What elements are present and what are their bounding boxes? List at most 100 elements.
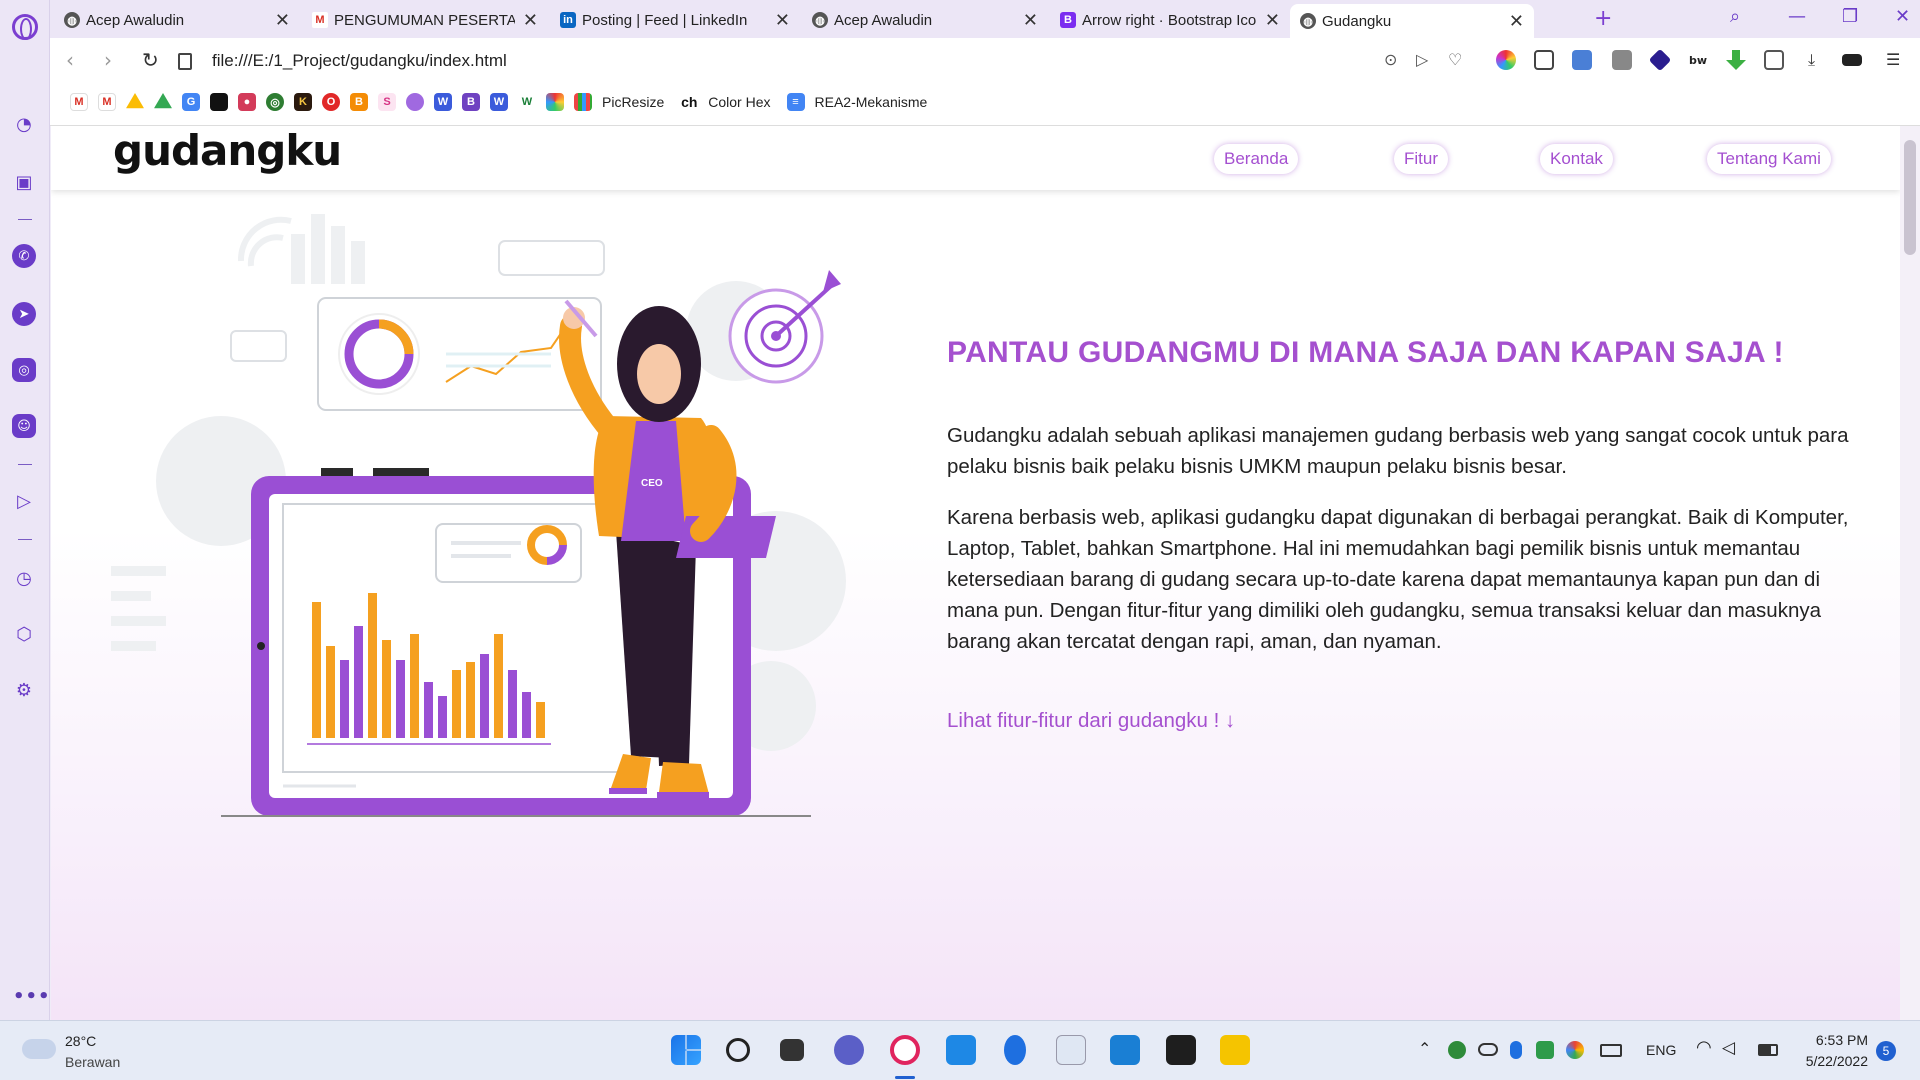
gmail-icon[interactable]: M [70, 93, 88, 111]
discord-icon[interactable]: ☺ [12, 414, 36, 438]
cube-icon[interactable]: ⬡ [12, 622, 36, 646]
whatsapp-icon[interactable]: ✆ [12, 244, 36, 268]
tab[interactable]: ◍ Acep Awaludin ✕ [802, 4, 1048, 36]
wp-icon[interactable]: W [434, 93, 452, 111]
scrollbar-thumb[interactable] [1904, 140, 1916, 255]
toggle-off-extension-icon[interactable] [1612, 50, 1632, 70]
battery-icon[interactable] [1758, 1044, 1778, 1056]
gem-extension-icon[interactable] [1648, 48, 1672, 72]
clock-app-icon[interactable] [946, 1035, 976, 1065]
url-text[interactable]: file:///E:/1_Project/gudangku/index.html [212, 51, 507, 71]
google-drive-icon[interactable] [154, 93, 172, 109]
figma-taskbar-icon[interactable] [1166, 1035, 1196, 1065]
document-icon[interactable] [210, 93, 228, 111]
nav-link-fitur[interactable]: Fitur [1394, 144, 1448, 174]
heart-icon[interactable]: ♡ [1448, 50, 1462, 69]
nav-link-beranda[interactable]: Beranda [1214, 144, 1299, 174]
bookmark-label[interactable]: Color Hex [708, 94, 770, 110]
clock-time[interactable]: 6:53 PM [1796, 1032, 1868, 1048]
page-info-icon[interactable] [178, 52, 192, 70]
opera-icon[interactable]: O [322, 93, 340, 111]
downloads-icon[interactable]: ⤓ [1808, 50, 1815, 70]
clipboard-extension-icon[interactable] [1572, 50, 1592, 70]
color-hex-icon[interactable]: ch [680, 93, 699, 111]
send-icon[interactable]: ▷ [1416, 50, 1428, 69]
speed-dial-icon[interactable]: ◔ [12, 112, 36, 136]
nav-link-tentang-kami[interactable]: Tentang Kami [1707, 144, 1831, 174]
opera-taskbar-icon[interactable] [890, 1035, 920, 1065]
google-translate-icon[interactable]: G [182, 93, 200, 111]
picresize-icon[interactable] [574, 93, 592, 111]
bookmark-label[interactable]: PicResize [602, 94, 664, 110]
onedrive-icon[interactable] [1478, 1043, 1498, 1056]
instagram-icon[interactable]: ◎ [12, 358, 36, 382]
gmail-icon[interactable]: M [98, 93, 116, 111]
notification-badge[interactable]: 5 [1876, 1041, 1896, 1061]
vscode-icon[interactable] [1110, 1035, 1140, 1065]
close-icon[interactable]: ✕ [1023, 10, 1038, 31]
w3schools-icon[interactable]: W [518, 93, 536, 111]
weather-temperature[interactable]: 28°C [65, 1033, 96, 1049]
start-button[interactable] [671, 1035, 701, 1065]
volume-icon[interactable]: ◁ [1722, 1038, 1735, 1058]
close-icon[interactable]: ✕ [775, 10, 790, 31]
pinwheel-icon[interactable] [546, 93, 564, 111]
address-bar[interactable]: file:///E:/1_Project/gudangku/index.html [178, 46, 1508, 76]
color-picker-extension-icon[interactable] [1496, 50, 1516, 70]
tab-active[interactable]: ◍ Gudangku ✕ [1290, 4, 1534, 38]
opera-logo-icon[interactable] [12, 14, 38, 40]
bluetooth-app-icon[interactable] [1004, 1035, 1026, 1065]
features-link[interactable]: Lihat fitur-fitur dari gudangku ! ↓ [947, 709, 1235, 733]
chevron-up-icon[interactable]: ⌃ [1418, 1039, 1431, 1059]
figma-icon[interactable] [406, 93, 424, 111]
download-green-extension-icon[interactable] [1726, 50, 1746, 70]
close-icon[interactable]: ✕ [523, 10, 538, 31]
tab[interactable]: in Posting | Feed | LinkedIn ✕ [550, 4, 800, 36]
close-window-button[interactable]: ✕ [1895, 6, 1910, 27]
tray-globe-icon[interactable] [1448, 1041, 1466, 1059]
page-scrollbar[interactable] [1900, 126, 1920, 1020]
k-app-icon[interactable]: K [294, 93, 312, 111]
blogger-icon[interactable]: B [350, 93, 368, 111]
reload-button[interactable]: ↻ [142, 48, 159, 72]
circle-app-icon[interactable]: ◎ [266, 93, 284, 111]
snapshot-icon[interactable]: ⊙ [1384, 50, 1397, 69]
resource-monitor-icon[interactable] [1056, 1035, 1086, 1065]
security-icon[interactable] [1536, 1041, 1554, 1059]
settings-icon[interactable]: ⚙ [12, 678, 36, 702]
task-view-icon[interactable] [780, 1039, 804, 1061]
forward-button[interactable]: › [104, 48, 112, 72]
record-icon[interactable]: ● [238, 93, 256, 111]
bluetooth-icon[interactable] [1510, 1041, 1522, 1059]
s-app-icon[interactable]: S [378, 93, 396, 111]
tab[interactable]: ◍ Acep Awaludin ✕ [54, 4, 300, 36]
more-icon[interactable]: ••• [13, 986, 51, 1007]
google-docs-icon[interactable]: ≡ [786, 93, 805, 111]
bw-extension-icon[interactable]: bw [1688, 50, 1708, 70]
clock-date[interactable]: 5/22/2022 [1796, 1053, 1868, 1069]
tab[interactable]: M PENGUMUMAN PESERTA P ✕ [302, 4, 548, 36]
search-icon[interactable] [726, 1038, 750, 1062]
close-icon[interactable]: ✕ [275, 10, 290, 31]
battery-saver-icon[interactable] [1842, 54, 1862, 66]
player-icon[interactable]: ▷ [12, 489, 36, 513]
wp-icon[interactable]: W [490, 93, 508, 111]
tab[interactable]: B Arrow right · Bootstrap Icon ✕ [1050, 4, 1290, 36]
search-tabs-icon[interactable]: ⌕ [1730, 6, 1740, 27]
back-button[interactable]: ‹ [66, 48, 74, 72]
new-tab-button[interactable]: + [1594, 6, 1612, 31]
language-indicator[interactable]: ENG [1646, 1042, 1676, 1058]
bookmark-label[interactable]: REA2-Mekanisme [815, 94, 928, 110]
weather-description[interactable]: Berawan [65, 1054, 120, 1070]
restore-button[interactable]: ❐ [1842, 6, 1858, 27]
teams-chat-icon[interactable] [834, 1035, 864, 1065]
bag-icon[interactable]: ▣ [12, 170, 36, 194]
keyboard-icon[interactable] [1600, 1044, 1622, 1057]
weather-cloud-icon[interactable] [22, 1039, 56, 1059]
site-brand[interactable]: gudangku [113, 126, 342, 175]
close-icon[interactable]: ✕ [1509, 11, 1524, 32]
history-icon[interactable]: ◷ [12, 566, 36, 590]
bootstrap-icon[interactable]: B [462, 93, 480, 111]
measure-extension-icon[interactable] [1534, 50, 1554, 70]
close-icon[interactable]: ✕ [1265, 10, 1280, 31]
